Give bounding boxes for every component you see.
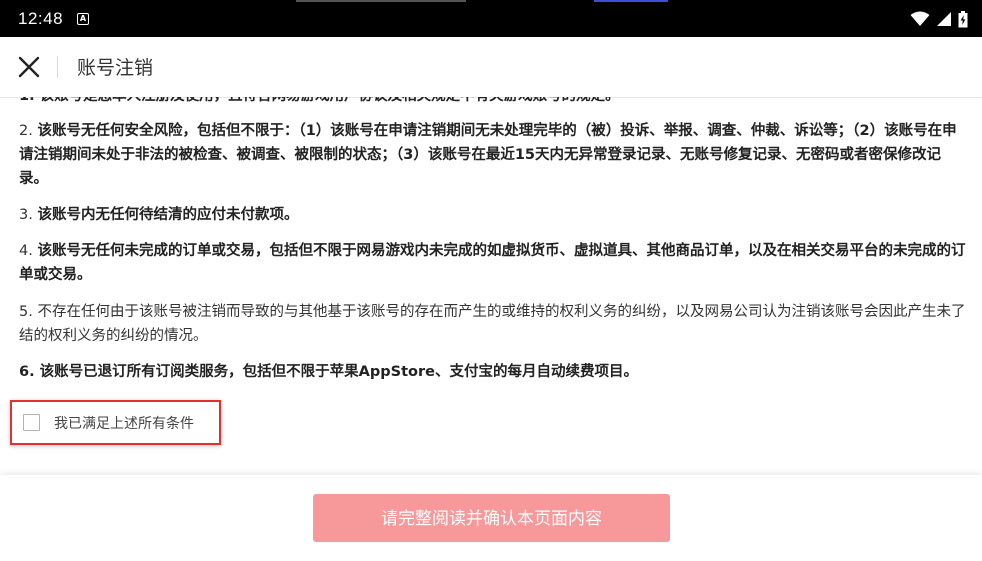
battery-icon xyxy=(958,11,968,28)
agreement-checkbox-row[interactable]: 我已满足上述所有条件 xyxy=(10,400,221,445)
clause-4-number: 4. xyxy=(19,243,38,259)
status-time: 12:48 xyxy=(18,9,64,28)
clause-2-text: 该账号无任何安全风险，包括但不限于：（1）该账号在申请注销期间无未处理完毕的（被… xyxy=(19,123,957,187)
clause-2-number: 2. xyxy=(19,123,38,139)
status-bar: 12:48 A xyxy=(0,0,982,37)
notification-icon: A xyxy=(77,13,89,25)
terms-content[interactable]: 1. 该账号是您本人注册及使用，且符合网易游戏用户协议及相关规定中有关游戏账号的… xyxy=(0,97,982,475)
clause-4: 4. 该账号无任何未完成的订单或交易，包括但不限于网易游戏内未完成的如虚拟货币、… xyxy=(19,239,967,287)
page-title: 账号注销 xyxy=(77,57,154,79)
clause-1: 1. 该账号是您本人注册及使用，且符合网易游戏用户协议及相关规定中有关游戏账号的… xyxy=(19,97,967,108)
close-icon xyxy=(18,56,40,78)
clause-5: 5. 不存在任何由于该账号被注销而导致的与其他基于该账号的存在而产生的或维持的权… xyxy=(19,304,966,344)
footer: 请完整阅读并确认本页面内容 xyxy=(0,475,982,561)
title-divider xyxy=(57,56,58,78)
clause-3-text: 该账号内无任何待结清的应付未付款项。 xyxy=(37,207,299,223)
confirm-button[interactable]: 请完整阅读并确认本页面内容 xyxy=(313,494,670,542)
top-edge-bar xyxy=(296,0,466,2)
clause-3: 3. 该账号内无任何待结清的应付未付款项。 xyxy=(19,203,967,227)
title-bar: 账号注销 xyxy=(0,37,982,98)
agreement-label[interactable]: 我已满足上述所有条件 xyxy=(54,413,194,433)
agreement-checkbox[interactable] xyxy=(23,414,40,431)
clause-4-text: 该账号无任何未完成的订单或交易，包括但不限于网易游戏内未完成的如虚拟货币、虚拟道… xyxy=(19,243,966,283)
wifi-icon xyxy=(910,11,930,26)
clause-6: 6. 该账号已退订所有订阅类服务，包括但不限于苹果AppStore、支付宝的每月… xyxy=(19,364,638,380)
clause-2: 2. 该账号无任何安全风险，包括但不限于：（1）该账号在申请注销期间无未处理完毕… xyxy=(19,119,967,191)
signal-icon xyxy=(937,12,951,26)
close-button[interactable] xyxy=(14,52,44,82)
status-icons xyxy=(904,11,968,28)
top-edge-bar-accent xyxy=(594,0,668,2)
clause-3-number: 3. xyxy=(19,207,38,223)
